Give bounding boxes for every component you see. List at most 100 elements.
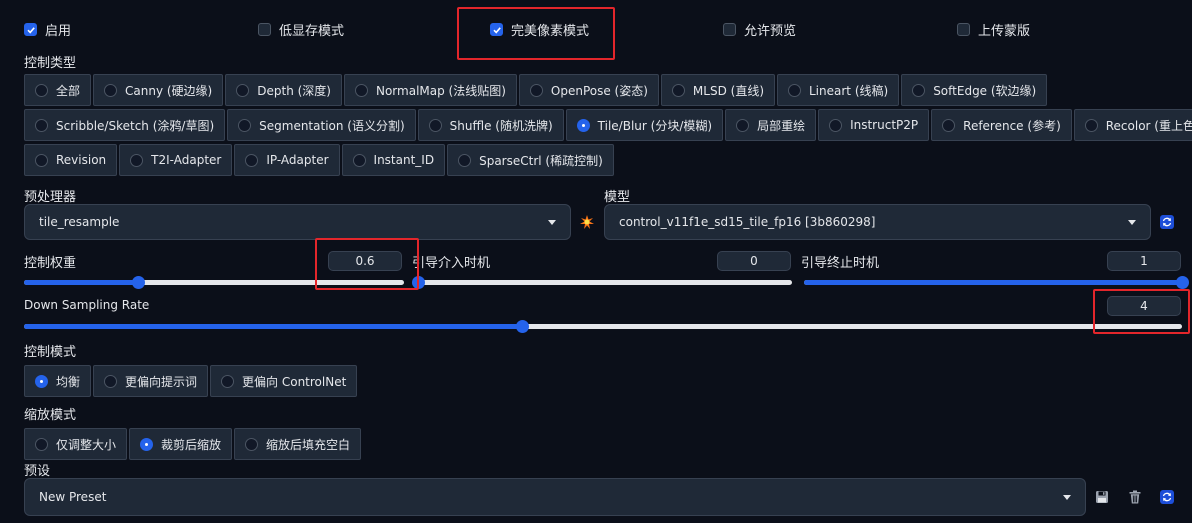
- guidance-start-label: 引导介入时机: [412, 256, 491, 271]
- control-type-option-label: 局部重绘: [757, 118, 806, 133]
- control-type-option-recolor-重上色[interactable]: Recolor (重上色): [1073, 109, 1192, 141]
- control-type-label: 控制类型: [24, 56, 77, 71]
- control-mode-group: 均衡 更偏向提示词 更偏向 ControlNet: [24, 365, 358, 397]
- preset-value: New Preset: [39, 490, 107, 504]
- resize-mode-group: 仅调整大小 裁剪后缩放 缩放后填充空白: [24, 428, 362, 460]
- slider-thumb[interactable]: [515, 320, 529, 333]
- trash-icon[interactable]: [1128, 490, 1142, 504]
- down-sampling-slider[interactable]: [24, 320, 1182, 333]
- control-mode-option-更偏向提示词[interactable]: 更偏向提示词: [93, 365, 209, 397]
- control-type-option-revision[interactable]: Revision: [24, 144, 118, 176]
- radio-empty-icon: [354, 83, 368, 97]
- radio-empty-icon: [428, 118, 442, 132]
- preset-dropdown[interactable]: New Preset: [24, 478, 1086, 516]
- preprocessor-value: tile_resample: [39, 215, 120, 229]
- control-type-option-t2i-adapter[interactable]: T2I-Adapter: [119, 144, 233, 176]
- control-type-option-reference-参考[interactable]: Reference (参考): [931, 109, 1072, 141]
- slider-thumb[interactable]: [1176, 276, 1189, 289]
- control-type-option-canny-硬边缘[interactable]: Canny (硬边缘): [93, 74, 224, 106]
- explosion-icon[interactable]: [580, 215, 594, 229]
- control-type-option-label: Recolor (重上色): [1105, 118, 1192, 133]
- control-type-option-tile-blur-分块-模糊[interactable]: Tile/Blur (分块/模糊): [565, 109, 724, 141]
- upload-mask-checkbox[interactable]: 上传蒙版: [957, 20, 1030, 39]
- control-type-option-depth-深度[interactable]: Depth (深度): [225, 74, 342, 106]
- control-type-row-1: 全部 Canny (硬边缘) Depth (深度) NormalMap (法线贴图) O…: [24, 74, 1048, 106]
- preprocessor-dropdown[interactable]: tile_resample: [24, 204, 571, 240]
- radio-empty-icon: [245, 437, 259, 451]
- radio-selected-icon: [35, 374, 48, 388]
- radio-empty-icon: [104, 83, 118, 97]
- radio-empty-icon: [35, 83, 48, 97]
- control-type-option-ip-adapter[interactable]: IP-Adapter: [234, 144, 340, 176]
- radio-empty-icon: [104, 374, 118, 388]
- control-type-option-shuffle-随机洗牌[interactable]: Shuffle (随机洗牌): [417, 109, 564, 141]
- control-type-option-label: Canny (硬边缘): [125, 83, 213, 98]
- control-type-option-label: 全部: [56, 83, 81, 98]
- low-vram-checkbox[interactable]: 低显存模式: [258, 20, 344, 39]
- guidance-end-slider[interactable]: [804, 276, 1189, 289]
- highlight-box-weight: [315, 238, 419, 290]
- control-type-option-label: MLSD (直线): [692, 83, 764, 98]
- guidance-start-input[interactable]: 0: [717, 251, 791, 271]
- radio-selected-icon: [140, 437, 154, 451]
- control-type-option-label: InstructP2P: [850, 118, 919, 132]
- control-mode-option-均衡[interactable]: 均衡: [24, 365, 92, 397]
- control-type-option-sparsectrl-稀疏控制[interactable]: SparseCtrl (稀疏控制): [447, 144, 614, 176]
- control-type-option-segmentation-语义分割[interactable]: Segmentation (语义分割): [227, 109, 416, 141]
- control-type-row-2: Scribble/Sketch (涂鸦/草图) Segmentation (语义分…: [24, 109, 1192, 141]
- control-type-option-normalmap-法线贴图[interactable]: NormalMap (法线贴图): [343, 74, 517, 106]
- control-type-option-instructp2p[interactable]: InstructP2P: [818, 109, 930, 141]
- control-mode-option-label: 更偏向提示词: [125, 374, 198, 389]
- low-vram-label: 低显存模式: [279, 24, 345, 39]
- checkbox-empty-icon: [957, 23, 970, 36]
- control-type-option-label: Instant_ID: [373, 153, 435, 167]
- radio-empty-icon: [829, 118, 843, 132]
- resize-mode-option-裁剪后缩放[interactable]: 裁剪后缩放: [129, 428, 233, 460]
- guidance-start-slider[interactable]: [412, 276, 792, 289]
- control-type-option-lineart-线稿[interactable]: Lineart (线稿): [777, 74, 900, 106]
- resize-mode-option-缩放后填充空白[interactable]: 缩放后填充空白: [234, 428, 362, 460]
- radio-empty-icon: [529, 83, 543, 97]
- upload-mask-label: 上传蒙版: [978, 24, 1031, 39]
- guidance-end-input[interactable]: 1: [1107, 251, 1181, 271]
- enable-checkbox[interactable]: 启用: [24, 20, 71, 39]
- control-type-option-mlsd-直线[interactable]: MLSD (直线): [660, 74, 775, 106]
- control-type-option-label: Tile/Blur (分块/模糊): [597, 118, 713, 133]
- radio-empty-icon: [221, 374, 235, 388]
- refresh-icon[interactable]: [1160, 215, 1174, 229]
- control-type-option-label: IP-Adapter: [266, 153, 329, 167]
- radio-empty-icon: [245, 153, 259, 167]
- radio-empty-icon: [671, 83, 685, 97]
- resize-mode-option-label: 仅调整大小: [56, 437, 117, 452]
- down-sampling-label: Down Sampling Rate: [24, 298, 150, 312]
- resize-mode-option-label: 裁剪后缩放: [161, 437, 222, 452]
- refresh-icon[interactable]: [1160, 490, 1174, 504]
- radio-empty-icon: [1084, 118, 1098, 132]
- resize-mode-option-仅调整大小[interactable]: 仅调整大小: [24, 428, 128, 460]
- chevron-down-icon: [548, 219, 556, 225]
- radio-empty-icon: [736, 118, 750, 132]
- allow-preview-checkbox[interactable]: 允许预览: [723, 20, 796, 39]
- control-type-option-openpose-姿态[interactable]: OpenPose (姿态): [518, 74, 659, 106]
- enable-label: 启用: [45, 24, 72, 39]
- slider-fill: [24, 280, 138, 285]
- model-dropdown[interactable]: control_v11f1e_sd15_tile_fp16 [3b860298]: [604, 204, 1151, 240]
- control-type-option-softedge-软边缘[interactable]: SoftEdge (软边缘): [901, 74, 1048, 106]
- chevron-down-icon: [1063, 494, 1071, 500]
- control-type-option-局部重绘[interactable]: 局部重绘: [725, 109, 817, 141]
- control-type-row-3: Revision T2I-Adapter IP-Adapter Instant_ID S…: [24, 144, 614, 176]
- control-type-option-scribble-sketch-涂鸦-草图[interactable]: Scribble/Sketch (涂鸦/草图): [24, 109, 226, 141]
- control-weight-label: 控制权重: [24, 256, 77, 271]
- control-type-option-全部[interactable]: 全部: [24, 74, 92, 106]
- highlight-box-pixel-perfect: [457, 7, 615, 60]
- control-mode-option-更偏向-controlnet[interactable]: 更偏向 ControlNet: [210, 365, 358, 397]
- radio-selected-icon: [576, 118, 590, 132]
- guidance-end-label: 引导终止时机: [801, 256, 880, 271]
- control-type-option-label: Segmentation (语义分割): [259, 118, 405, 133]
- radio-empty-icon: [130, 153, 144, 167]
- control-type-option-instant-id[interactable]: Instant_ID: [341, 144, 446, 176]
- save-icon[interactable]: [1095, 490, 1109, 504]
- checkbox-checked-icon: [24, 23, 37, 36]
- control-type-option-label: T2I-Adapter: [151, 153, 222, 167]
- slider-thumb[interactable]: [132, 276, 145, 289]
